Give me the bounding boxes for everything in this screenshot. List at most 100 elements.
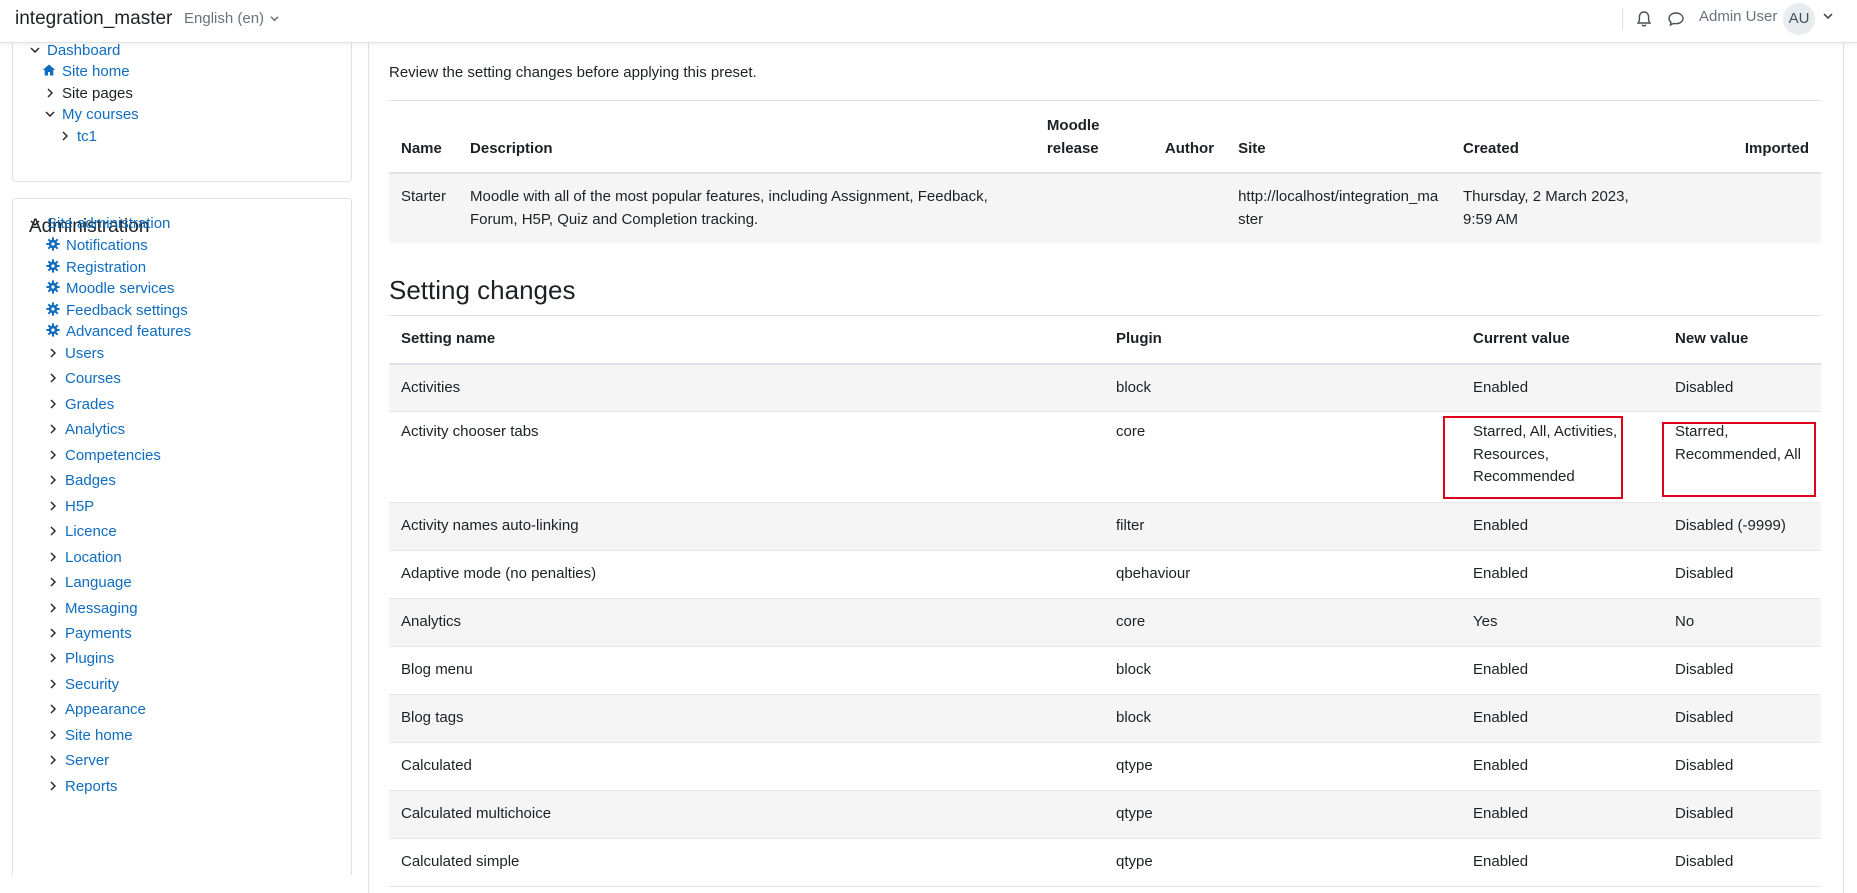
avatar[interactable]: AU <box>1783 3 1815 35</box>
nav-item-site-pages[interactable]: Site pages <box>44 84 133 104</box>
nav-item-dashboard[interactable]: Dashboard <box>29 43 120 61</box>
admin-category-item[interactable]: Appearance <box>47 700 146 720</box>
chevron-right-icon[interactable] <box>47 398 59 410</box>
chevron-right-icon[interactable] <box>47 551 59 563</box>
new-value-highlight <box>1662 422 1816 497</box>
chevron-right-icon[interactable] <box>47 729 59 741</box>
chevron-down-icon[interactable] <box>29 217 41 229</box>
admin-category-link[interactable]: Users <box>65 345 104 362</box>
admin-category-item[interactable]: Reports <box>47 777 118 797</box>
current-value-cell: Enabled <box>1473 757 1529 774</box>
admin-category-item[interactable]: Server <box>47 751 109 771</box>
admin-category-item[interactable]: Language <box>47 573 132 593</box>
admin-category-item[interactable]: Courses <box>47 369 121 389</box>
current-value-cell: Enabled <box>1473 378 1529 396</box>
admin-category-link[interactable]: Location <box>65 549 122 566</box>
chevron-right-icon[interactable] <box>47 754 59 766</box>
message-icon[interactable] <box>1666 9 1686 29</box>
chevron-right-icon[interactable] <box>44 87 56 99</box>
admin-category-link[interactable]: Payments <box>65 625 132 642</box>
site-name[interactable]: integration_master <box>15 8 172 30</box>
admin-category-item[interactable]: Badges <box>47 471 116 491</box>
admin-category-link[interactable]: Plugins <box>65 650 114 667</box>
nav-link-tc1[interactable]: tc1 <box>77 128 97 145</box>
admin-category-item[interactable]: Security <box>47 675 119 695</box>
admin-category-link[interactable]: H5P <box>65 498 94 515</box>
admin-setting-link[interactable]: Notifications <box>66 237 148 254</box>
nav-link-site-administration[interactable]: Site administration <box>47 215 170 232</box>
chevron-right-icon[interactable] <box>47 780 59 792</box>
admin-category-item[interactable]: Users <box>47 344 104 364</box>
chevron-right-icon[interactable] <box>47 703 59 715</box>
admin-setting-item[interactable]: Advanced features <box>46 322 191 342</box>
admin-category-item[interactable]: H5P <box>47 497 94 517</box>
language-menu[interactable]: English (en) <box>184 10 279 27</box>
admin-category-link[interactable]: Badges <box>65 472 116 489</box>
chevron-right-icon[interactable] <box>47 652 59 664</box>
chevron-right-icon[interactable] <box>47 602 59 614</box>
chevron-right-icon[interactable] <box>47 474 59 486</box>
nav-item-site-home[interactable]: Site home <box>42 62 130 82</box>
chevron-right-icon[interactable] <box>47 627 59 639</box>
chevron-right-icon[interactable] <box>47 423 59 435</box>
admin-setting-item[interactable]: Feedback settings <box>46 301 188 321</box>
chevron-right-icon[interactable] <box>47 576 59 588</box>
admin-category-link[interactable]: Language <box>65 574 132 591</box>
admin-category-link[interactable]: Competencies <box>65 447 161 464</box>
admin-category-link[interactable]: Courses <box>65 370 121 387</box>
admin-setting-link[interactable]: Moodle services <box>66 280 174 297</box>
gear-icon <box>46 237 60 251</box>
admin-category-item[interactable]: Location <box>47 548 122 568</box>
top-navbar: integration_master English (en) Admin Us… <box>0 0 1857 43</box>
admin-category-link[interactable]: Messaging <box>65 600 138 617</box>
admin-setting-link[interactable]: Feedback settings <box>66 302 188 319</box>
admin-category-link[interactable]: Appearance <box>65 701 146 718</box>
admin-category-link[interactable]: Site home <box>65 727 133 744</box>
admin-setting-item[interactable]: Moodle services <box>46 279 174 299</box>
admin-category-item[interactable]: Plugins <box>47 649 114 669</box>
admin-category-item[interactable]: Site home <box>47 726 133 746</box>
admin-category-link[interactable]: Grades <box>65 396 114 413</box>
admin-setting-link[interactable]: Registration <box>66 259 146 276</box>
setting-name-cell: Activities <box>401 378 461 396</box>
admin-category-item[interactable]: Licence <box>47 522 117 542</box>
chevron-down-icon[interactable] <box>44 108 56 120</box>
admin-category-link[interactable]: Reports <box>65 778 118 795</box>
chevron-right-icon[interactable] <box>47 347 59 359</box>
user-name[interactable]: Admin User <box>1699 8 1777 25</box>
gear-icon <box>46 258 60 273</box>
chevron-right-icon[interactable] <box>47 500 59 512</box>
col-plugin: Plugin <box>1116 330 1162 347</box>
preset-site: http://localhost/integration_master <box>1238 187 1439 228</box>
admin-category-item[interactable]: Payments <box>47 624 132 644</box>
admin-category-item[interactable]: Competencies <box>47 446 161 466</box>
admin-setting-link[interactable]: Advanced features <box>66 323 191 340</box>
bell-icon[interactable] <box>1634 9 1654 29</box>
admin-category-link[interactable]: Analytics <box>65 421 125 438</box>
admin-category-link[interactable]: Server <box>65 752 109 769</box>
nav-label-site-pages: Site pages <box>62 85 133 102</box>
nav-link-site-home[interactable]: Site home <box>62 63 130 80</box>
admin-category-item[interactable]: Grades <box>47 395 114 415</box>
chevron-right-icon[interactable] <box>47 678 59 690</box>
admin-category-link[interactable]: Security <box>65 676 119 693</box>
chevron-right-icon[interactable] <box>47 372 59 384</box>
admin-category-item[interactable]: Analytics <box>47 420 125 440</box>
nav-link-dashboard[interactable]: Dashboard <box>47 43 120 59</box>
chevron-right-icon[interactable] <box>47 449 59 461</box>
chevron-down-icon[interactable] <box>29 44 41 56</box>
nav-item-my-courses[interactable]: My courses <box>44 105 139 125</box>
setting-name-cell: Adaptive mode (no penalties) <box>401 565 597 582</box>
admin-category-item[interactable]: Messaging <box>47 599 138 619</box>
nav-link-my-courses[interactable]: My courses <box>62 106 139 123</box>
nav-item-tc1[interactable]: tc1 <box>59 127 97 147</box>
admin-setting-item[interactable]: Notifications <box>46 236 148 256</box>
new-value-cell: Disabled <box>1675 757 1734 774</box>
admin-category-link[interactable]: Licence <box>65 523 117 540</box>
admin-setting-item[interactable]: Registration <box>46 258 146 278</box>
chevron-right-icon[interactable] <box>59 130 71 142</box>
current-value-cell: Enabled <box>1473 709 1529 726</box>
chevron-right-icon[interactable] <box>47 525 59 537</box>
chevron-down-icon[interactable] <box>1823 11 1833 21</box>
nav-item-site-administration[interactable]: Site administration <box>29 214 170 234</box>
